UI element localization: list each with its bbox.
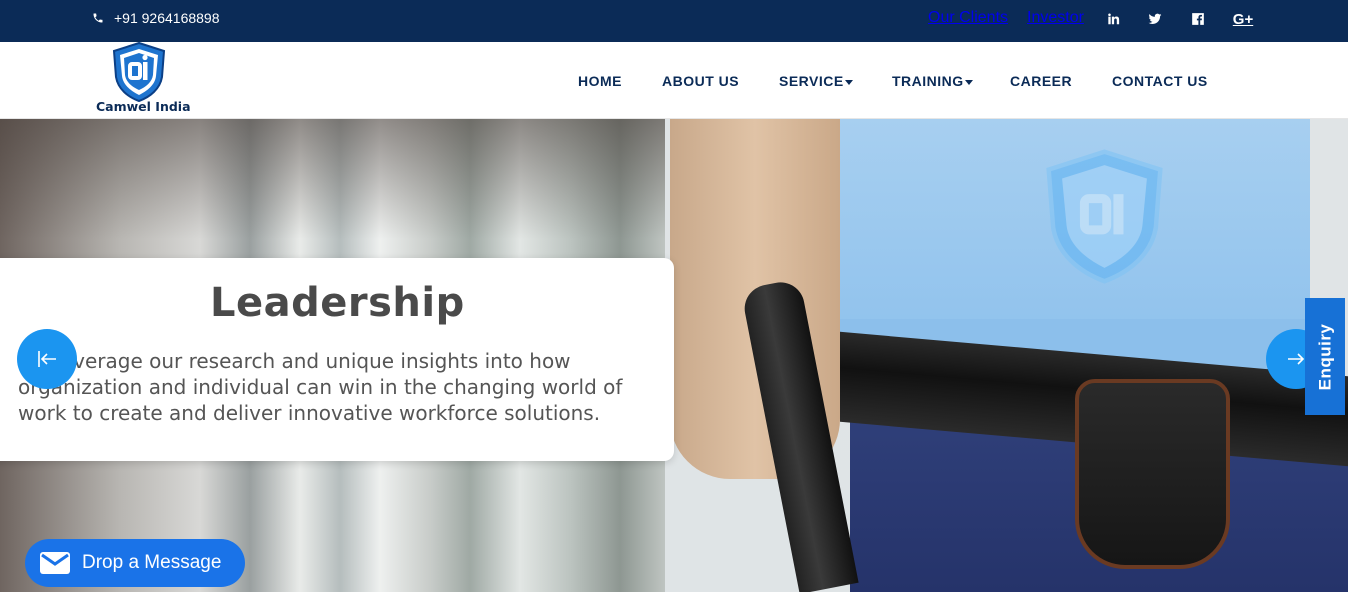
main-nav: HOME ABOUT US SERVICE TRAINING CAREER CO…: [0, 42, 1348, 119]
envelope-icon: [40, 552, 70, 574]
top-bar: +91 9264168898 Our Clients Investor G+: [0, 0, 1348, 42]
investor-link[interactable]: Investor: [1027, 9, 1084, 27]
twitter-icon[interactable]: [1146, 10, 1164, 28]
guard-holster: [1075, 379, 1230, 569]
shirt-shield-logo-icon: [1046, 149, 1163, 284]
previous-slide-button[interactable]: [17, 329, 77, 389]
drop-message-button[interactable]: Drop a Message: [25, 539, 245, 587]
nav-home[interactable]: HOME: [578, 73, 622, 89]
slide-description: We leverage our research and unique insi…: [18, 349, 623, 425]
nav-about-us[interactable]: ABOUT US: [662, 73, 739, 89]
nav-service[interactable]: SERVICE: [779, 73, 853, 89]
google-plus-icon[interactable]: G+: [1233, 10, 1253, 28]
nav-training[interactable]: TRAINING: [892, 73, 973, 89]
chevron-down-icon: [844, 79, 853, 85]
nav-training-label: TRAINING: [892, 73, 964, 89]
enquiry-tab[interactable]: Enquiry: [1305, 298, 1345, 415]
our-clients-link[interactable]: Our Clients: [928, 9, 1008, 27]
slide-title: Leadership: [210, 280, 465, 326]
hero-slider: Leadership We leverage our research and …: [0, 119, 1348, 592]
nav-contact-us[interactable]: CONTACT US: [1112, 73, 1208, 89]
arrow-left-icon: [38, 351, 56, 367]
phone-number: +91 9264168898: [114, 10, 220, 26]
facebook-icon[interactable]: [1189, 10, 1207, 28]
nav-service-label: SERVICE: [779, 73, 844, 89]
enquiry-label: Enquiry: [1315, 323, 1335, 390]
phone-icon: [93, 13, 103, 23]
linkedin-icon[interactable]: [1104, 10, 1122, 28]
nav-career[interactable]: CAREER: [1010, 73, 1072, 89]
phone-contact[interactable]: +91 9264168898: [92, 10, 220, 26]
drop-message-label: Drop a Message: [82, 552, 222, 573]
slide-caption-card: Leadership We leverage our research and …: [0, 258, 674, 461]
site-header: Camwel India HOME ABOUT US SERVICE TRAIN…: [0, 42, 1348, 119]
chevron-down-icon: [964, 79, 973, 85]
